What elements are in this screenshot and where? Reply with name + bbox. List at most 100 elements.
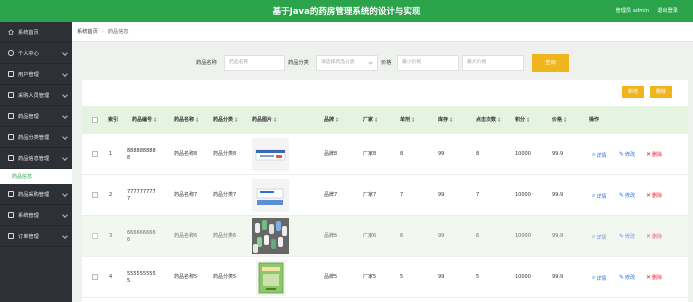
app-title: 基于Java的药房管理系统的设计与实现 <box>272 7 421 17</box>
cell-index: 2 <box>109 192 113 198</box>
table-row[interactable]: 4 5555555555 药品名称5 药品分类5 品牌5 厂家5 5 99 5 … <box>82 257 688 298</box>
cell-factory: 厂家6 <box>363 233 377 239</box>
table-row[interactable]: 1 8888888888 药品名称8 药品分类8 品牌8 厂家8 8 99 8 … <box>82 134 688 175</box>
sidebar-subitem-drug-info[interactable]: 药品信息 <box>0 169 72 184</box>
select-all-checkbox[interactable] <box>92 117 98 123</box>
delete-button[interactable]: ✕ 删除 <box>646 233 662 240</box>
breadcrumb-separator-icon: › <box>101 28 104 35</box>
cell-name: 药品名称7 <box>174 192 198 198</box>
col-factory[interactable]: 厂家 ▲ ▼ <box>363 106 383 134</box>
view-button[interactable]: ⌕ 详情 <box>592 233 606 241</box>
col-dose-label: 单剂 <box>400 116 411 123</box>
drug-image[interactable] <box>252 218 289 254</box>
edit-button[interactable]: ✎ 修改 <box>619 151 635 158</box>
cell-stock: 99 <box>438 274 445 280</box>
col-stock[interactable]: 库存 ▲ ▼ <box>438 106 458 134</box>
cell-dose: 6 <box>400 233 404 239</box>
col-image[interactable]: 药品图片 ▲ ▼ <box>252 106 292 134</box>
category-select[interactable]: 请选择药品分类 <box>316 55 378 71</box>
col-price[interactable]: 价格 ▲ ▼ <box>552 106 572 134</box>
drug-image[interactable] <box>252 138 289 171</box>
sidebar-item-drug-info[interactable]: 药品信息管理 <box>0 148 72 169</box>
sidebar-item-label: 系统管理 <box>18 212 39 219</box>
table-panel: 新增 删除 索引 药品编号 ▲ ▼ 药品名称 ▲ ▼ 药品分类 ▲ ▼ 药品图片 ▲ ▼ 品牌 ▲… <box>82 80 688 302</box>
cell-code: 8888888888 <box>127 147 156 161</box>
col-code[interactable]: 药品编号 ▲ ▼ <box>132 106 162 134</box>
delete-button[interactable]: ✕ 删除 <box>646 151 662 158</box>
sort-icon: ▲ ▼ <box>336 116 339 123</box>
search-icon: ⌕ <box>592 274 596 281</box>
category-label: 药品分类 <box>288 60 309 66</box>
sidebar-item-home[interactable]: 系统首页 <box>0 22 72 43</box>
add-button[interactable]: 新增 <box>622 86 644 98</box>
col-dose[interactable]: 单剂 ▲ ▼ <box>400 106 420 134</box>
user-icon <box>8 92 14 98</box>
delete-label: 删除 <box>652 152 663 158</box>
row-checkbox[interactable] <box>92 151 98 157</box>
sidebar-item-drugs[interactable]: 药品管理 <box>0 106 72 127</box>
sidebar-item-purchasers[interactable]: 采购人员管理 <box>0 85 72 106</box>
sidebar-item-users[interactable]: 用户管理 <box>0 64 72 85</box>
edit-button[interactable]: ✎ 修改 <box>619 192 635 199</box>
sort-icon: ▲ ▼ <box>235 116 238 123</box>
sidebar-item-system[interactable]: 系统管理 <box>0 205 72 226</box>
chevron-down-icon <box>62 134 68 140</box>
name-label: 药品名称 <box>196 60 217 66</box>
cell-code: 5555555555 <box>127 270 156 284</box>
col-points[interactable]: 积分 ▲ ▼ <box>515 106 535 134</box>
sidebar-item-drug-categories[interactable]: 药品分类管理 <box>0 127 72 148</box>
table-row[interactable]: 2 7777777777 药品名称7 药品分类7 品牌7 厂家7 7 99 7 … <box>82 175 688 216</box>
cell-category: 药品分类7 <box>213 192 237 198</box>
drug-image[interactable] <box>256 260 286 296</box>
cell-points: 10000 <box>515 274 531 280</box>
cell-factory: 厂家8 <box>363 151 377 157</box>
cell-dose: 7 <box>400 192 404 198</box>
edit-icon: ✎ <box>619 274 625 281</box>
col-name[interactable]: 药品名称 ▲ ▼ <box>174 106 204 134</box>
row-checkbox[interactable] <box>92 233 98 239</box>
chevron-down-icon <box>62 233 68 239</box>
row-checkbox[interactable] <box>92 192 98 198</box>
breadcrumb-home[interactable]: 系统首页 <box>77 28 98 35</box>
col-category[interactable]: 药品分类 ▲ ▼ <box>213 106 243 134</box>
person-icon <box>8 50 14 56</box>
cell-points: 10000 <box>515 151 531 157</box>
sidebar-item-orders[interactable]: 订单管理 <box>0 226 72 247</box>
breadcrumb: 系统首页 › 药品信息 <box>72 22 693 42</box>
cell-clicks: 5 <box>476 274 480 280</box>
category-placeholder: 请选择药品分类 <box>321 60 355 65</box>
table-row[interactable]: 3 6666666666 药品名称6 药品分类6 品牌6 厂家6 6 99 6 … <box>82 216 688 257</box>
row-checkbox[interactable] <box>92 274 98 280</box>
cell-price: 99.9 <box>552 233 564 239</box>
search-icon: ⌕ <box>592 233 596 240</box>
drug-image[interactable] <box>252 179 289 212</box>
cell-factory: 厂家5 <box>363 274 377 280</box>
sidebar-item-drug-purchase[interactable]: 药品采购管理 <box>0 184 72 205</box>
sidebar-item-profile[interactable]: 个人中心 <box>0 43 72 64</box>
delete-button[interactable]: ✕ 删除 <box>646 192 662 199</box>
delete-button[interactable]: ✕ 删除 <box>646 274 662 281</box>
top-header: 基于Java的药房管理系统的设计与实现 管理员 admin 退出登录 <box>0 0 693 22</box>
sort-icon: ▲ ▼ <box>450 116 453 123</box>
logout-link[interactable]: 退出登录 <box>657 7 678 14</box>
edit-button[interactable]: ✎ 修改 <box>619 274 635 281</box>
sort-icon: ▲ ▼ <box>154 116 157 123</box>
col-brand[interactable]: 品牌 ▲ ▼ <box>324 106 344 134</box>
search-button[interactable]: 查询 <box>532 54 569 72</box>
price-label: 价格 <box>381 60 392 66</box>
max-price-input[interactable]: 最大价格 <box>462 55 524 71</box>
batch-delete-button[interactable]: 删除 <box>650 86 672 98</box>
edit-button[interactable]: ✎ 修改 <box>619 233 635 240</box>
view-button[interactable]: ⌕ 详情 <box>592 274 606 282</box>
view-button[interactable]: ⌕ 详情 <box>592 192 606 200</box>
min-price-input[interactable]: 最小价格 <box>397 55 459 71</box>
edit-icon: ✎ <box>619 233 625 240</box>
cell-factory: 厂家7 <box>363 192 377 198</box>
col-name-label: 药品名称 <box>174 116 195 123</box>
sidebar: 系统首页 个人中心 用户管理 采购人员管理 药品管理 药品分类管理 药品信息管理… <box>0 22 72 302</box>
col-clicks-label: 点击次数 <box>476 116 497 123</box>
view-button[interactable]: ⌕ 详情 <box>592 151 606 159</box>
name-search-input[interactable]: 药品名称 <box>224 55 285 71</box>
col-clicks[interactable]: 点击次数 ▲ ▼ <box>476 106 506 134</box>
table-header: 索引 药品编号 ▲ ▼ 药品名称 ▲ ▼ 药品分类 ▲ ▼ 药品图片 ▲ ▼ 品牌 ▲ ▼ 厂家 ▲ ▼… <box>82 106 688 134</box>
